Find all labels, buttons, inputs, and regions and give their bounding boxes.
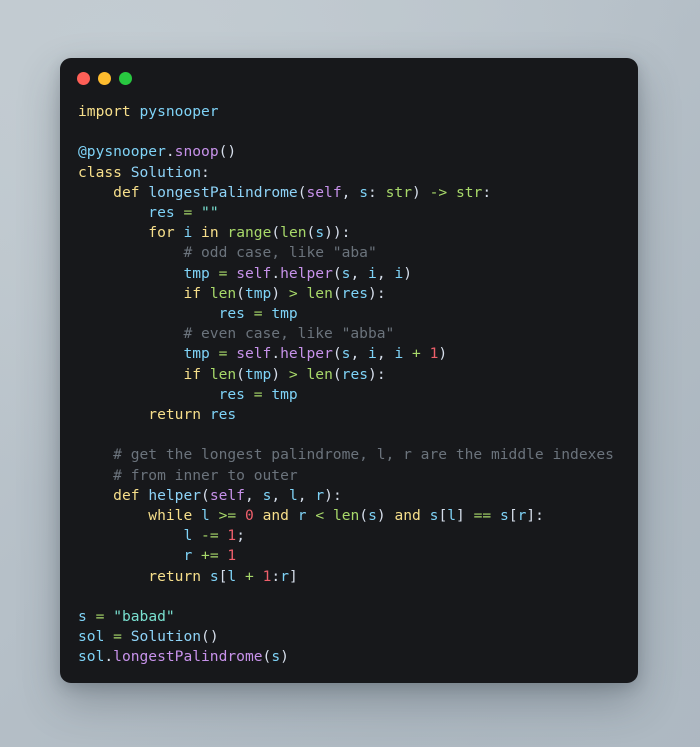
minimize-window-button[interactable] [98, 71, 111, 85]
close-window-button[interactable] [77, 71, 90, 85]
python-code-block[interactable]: import pysnooper @pysnooper.snoop() clas… [78, 102, 638, 668]
window-title-bar[interactable] [60, 58, 638, 98]
maximize-window-button[interactable] [119, 71, 132, 85]
code-window: import pysnooper @pysnooper.snoop() clas… [60, 58, 638, 683]
code-editor-area[interactable]: import pysnooper @pysnooper.snoop() clas… [60, 98, 638, 668]
